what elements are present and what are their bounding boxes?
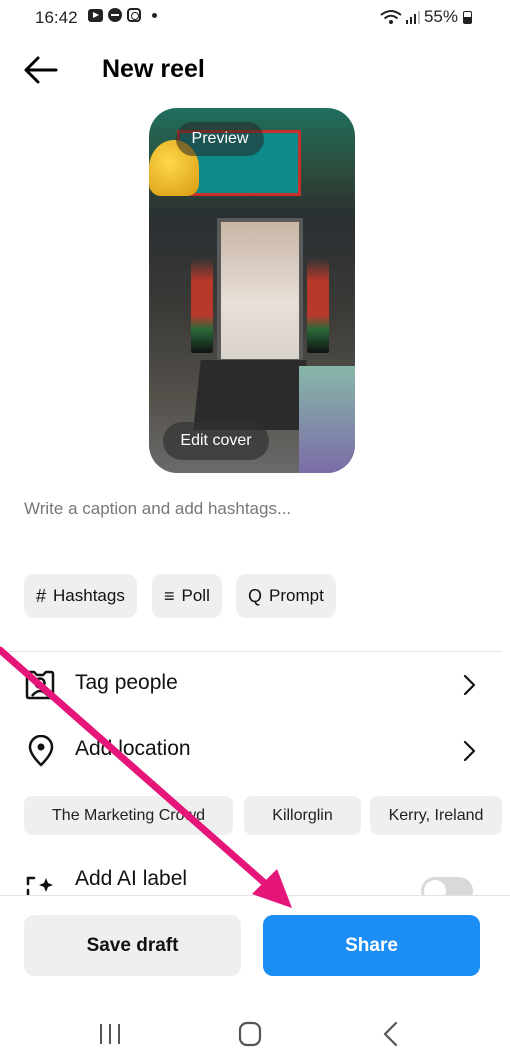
- chevron-right-icon: [463, 674, 476, 696]
- edit-cover-button[interactable]: Edit cover: [163, 422, 269, 460]
- more-notifications-icon: [152, 12, 157, 18]
- chevron-right-icon: [463, 740, 476, 762]
- page-title: New reel: [102, 55, 205, 83]
- system-nav-bar: [0, 1005, 510, 1060]
- back-button[interactable]: [22, 52, 62, 88]
- divider: [0, 651, 502, 652]
- poll-label: Poll: [181, 586, 210, 605]
- add-ai-label-label: Add AI label: [75, 867, 188, 890]
- hashtags-chip[interactable]: # Hashtags: [24, 574, 137, 618]
- caption-input[interactable]: [24, 499, 484, 519]
- location-pin-icon: [28, 735, 54, 767]
- back-arrow-icon: [24, 56, 58, 84]
- dnd-icon: [108, 8, 122, 22]
- save-draft-button[interactable]: Save draft: [24, 915, 241, 976]
- instagram-icon: [127, 8, 141, 22]
- tag-people-icon: [25, 670, 55, 700]
- status-bar: 16:42 55%: [0, 0, 510, 34]
- preview-label: Preview: [176, 122, 264, 156]
- nav-back-button[interactable]: [372, 1019, 412, 1049]
- youtube-icon: [88, 8, 103, 22]
- preview-scene-figure-left: [191, 258, 213, 353]
- prompt-chip[interactable]: Q Prompt: [236, 574, 336, 618]
- reel-preview[interactable]: Preview Edit cover: [149, 108, 355, 473]
- preview-scene-door: [217, 218, 303, 363]
- recents-icon: [100, 1024, 120, 1044]
- preview-scene-mat: [193, 360, 307, 430]
- battery-percent: 55%: [423, 7, 458, 26]
- location-chip[interactable]: Kerry, Ireland: [370, 796, 502, 835]
- back-icon: [383, 1021, 398, 1047]
- add-location-label: Add location: [75, 737, 191, 760]
- poll-chip[interactable]: ≡ Poll: [152, 574, 222, 618]
- prompt-label: Prompt: [269, 586, 324, 605]
- poll-icon: ≡: [164, 585, 175, 606]
- location-chip[interactable]: The Marketing Crowd: [24, 796, 233, 835]
- preview-scene-figure-right: [307, 258, 329, 353]
- tag-people-label: Tag people: [75, 671, 178, 694]
- home-icon: [238, 1021, 262, 1047]
- location-chip[interactable]: Killorglin: [244, 796, 361, 835]
- hashtag-icon: #: [36, 585, 47, 606]
- status-time: 16:42: [35, 8, 78, 27]
- signal-icon: [405, 11, 420, 24]
- hashtags-label: Hashtags: [53, 586, 125, 605]
- wifi-icon: [380, 10, 402, 24]
- system-icons: 55%: [380, 7, 472, 27]
- add-location-row[interactable]: Add location: [0, 723, 502, 779]
- recents-button[interactable]: [90, 1019, 130, 1049]
- battery-icon: [463, 10, 472, 24]
- tag-people-row[interactable]: Tag people: [0, 657, 502, 713]
- preview-scene-box: [299, 366, 355, 473]
- home-button[interactable]: [230, 1019, 270, 1049]
- notification-icons: [88, 8, 157, 22]
- share-button[interactable]: Share: [263, 915, 480, 976]
- prompt-icon: Q: [248, 585, 263, 606]
